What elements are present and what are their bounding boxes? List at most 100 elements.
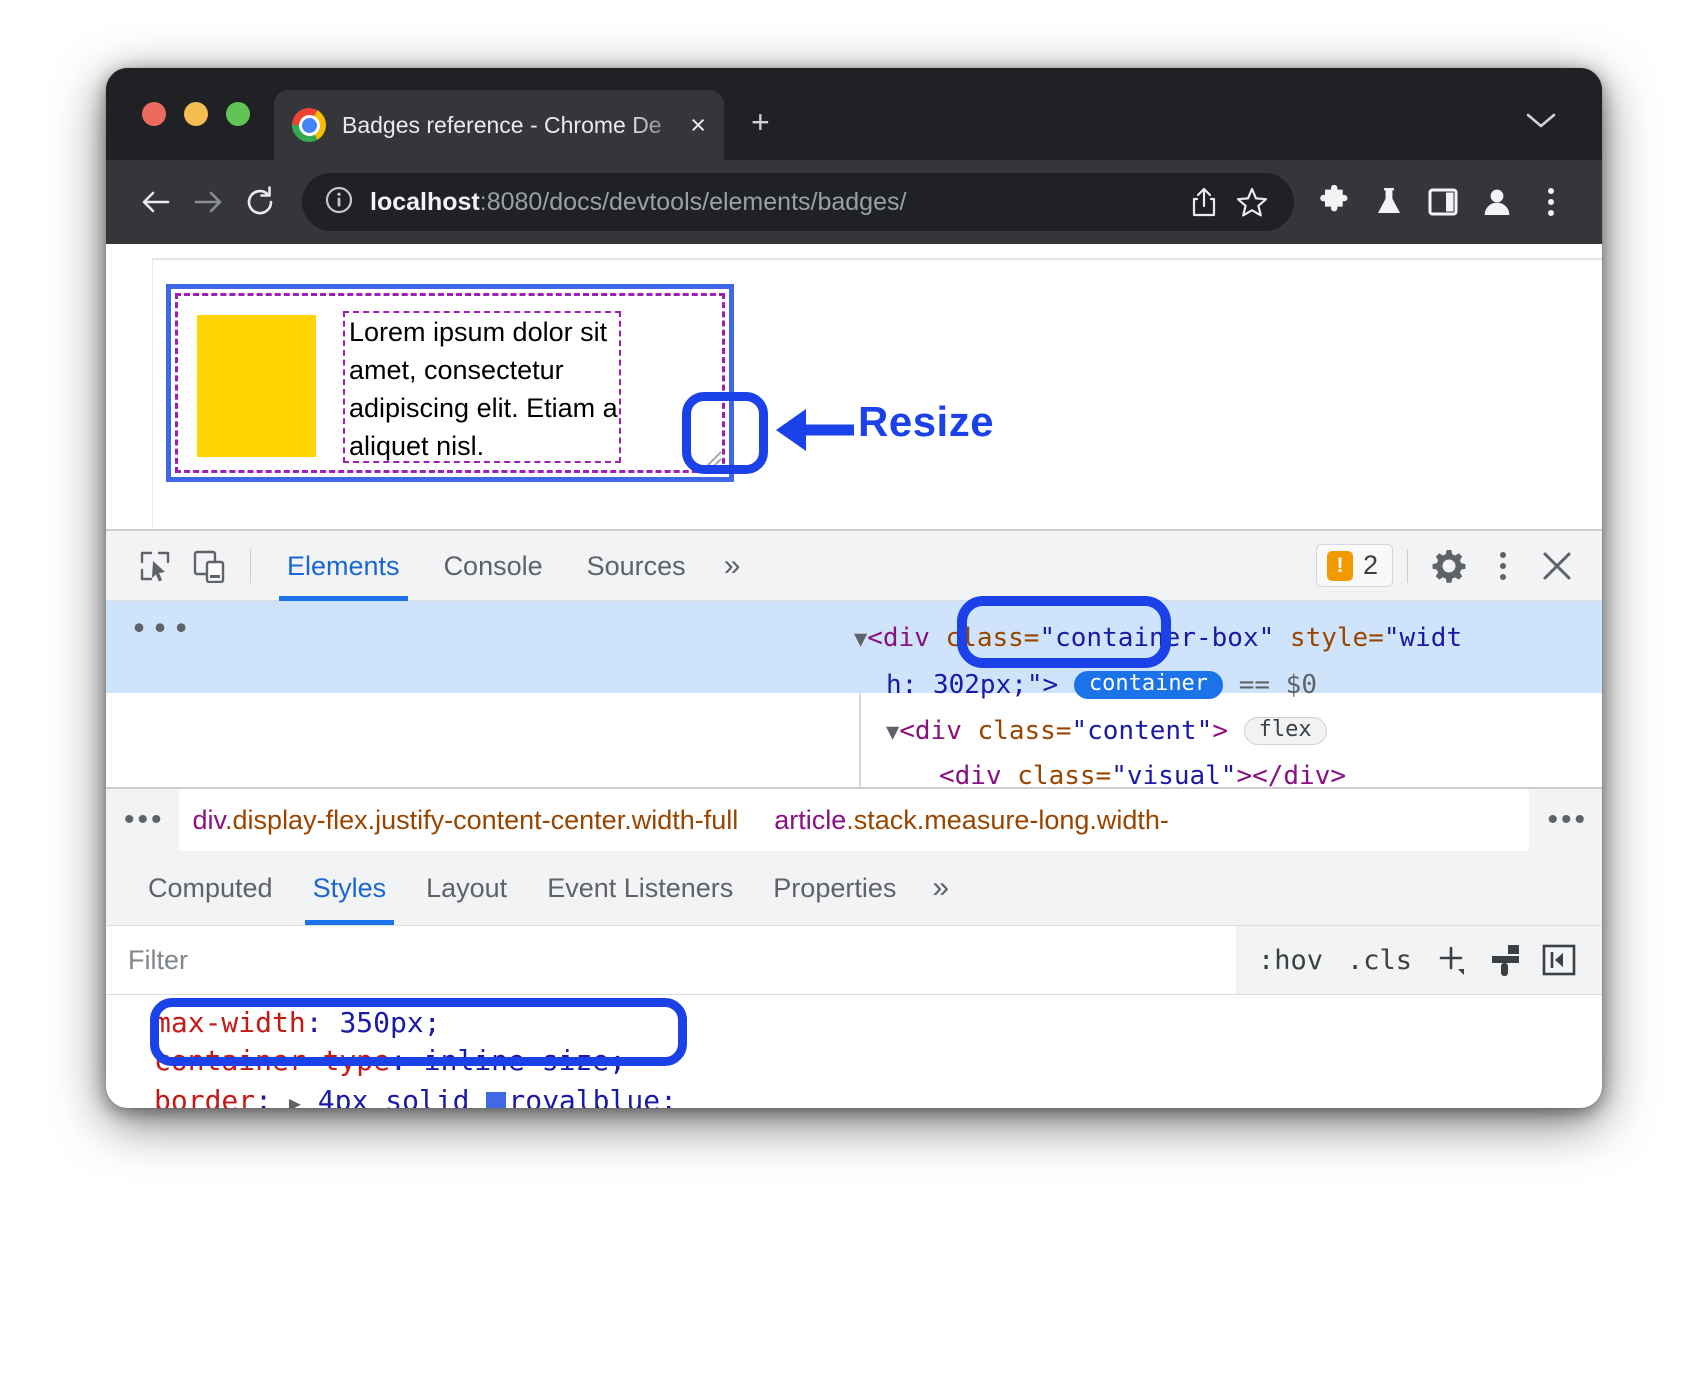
css-colon: : (255, 1084, 289, 1108)
expand-shorthand-icon[interactable]: ▶ (289, 1091, 301, 1108)
tab-properties[interactable]: Properties (753, 851, 916, 925)
dom-tree[interactable]: ••• ▼<div class="container-box" style="w… (106, 601, 1602, 787)
url-path: :8080/docs/devtools/elements/badges/ (480, 188, 907, 216)
side-panel-icon[interactable] (1416, 175, 1470, 229)
warning-icon: ! (1327, 551, 1353, 581)
close-icon[interactable] (1530, 539, 1584, 593)
dom-tag-close: </div> (1252, 761, 1346, 787)
page-left-edge (152, 258, 153, 529)
tab-computed[interactable]: Computed (128, 851, 293, 925)
print-styles-icon[interactable] (1480, 935, 1530, 985)
tab-layout[interactable]: Layout (406, 851, 527, 925)
three-dot-menu-icon[interactable] (1476, 539, 1530, 593)
expand-triangle-icon[interactable]: ▼ (886, 720, 899, 745)
console-ref-label: == $0 (1239, 670, 1317, 700)
browser-toolbar: localhost:8080/docs/devtools/elements/ba… (106, 160, 1602, 244)
resize-annotation-ring (682, 392, 768, 474)
close-window-button[interactable] (142, 102, 166, 126)
css-property-value-pre: 4px solid (301, 1084, 486, 1108)
dom-tag-open: <div (899, 716, 962, 746)
chevron-down-icon[interactable] (1526, 112, 1556, 135)
new-tab-button[interactable]: + (751, 106, 770, 138)
maximize-window-button[interactable] (226, 102, 250, 126)
browser-window: Badges reference - Chrome De × + (106, 68, 1602, 1108)
breadcrumb-tag: article (774, 805, 846, 835)
dom-scroll-ellipsis: ••• (130, 615, 193, 645)
back-arrow-icon[interactable] (130, 176, 182, 228)
expand-triangle-icon[interactable]: ▼ (854, 627, 867, 652)
breadcrumb-item-div[interactable]: div.display-flex.justify-content-center.… (193, 805, 739, 836)
dom-node-visual[interactable]: <div class="visual"></div> (939, 763, 1346, 787)
new-style-rule-button[interactable] (1426, 935, 1476, 985)
tab-event-listeners[interactable]: Event Listeners (527, 851, 753, 925)
dom-node-content[interactable]: ▼<div class="content"> flex (886, 717, 1327, 745)
browser-tab[interactable]: Badges reference - Chrome De × (274, 90, 724, 160)
breadcrumb-overflow-right[interactable]: ••• (1529, 805, 1602, 835)
container-badge[interactable]: container (1074, 671, 1223, 699)
container-box-element: Lorem ipsum dolor sit amet, consectetur … (166, 284, 734, 482)
tab-close-icon[interactable]: × (690, 112, 706, 139)
profile-avatar-icon[interactable] (1470, 175, 1524, 229)
share-icon[interactable] (1180, 178, 1228, 226)
gear-icon[interactable] (1422, 539, 1476, 593)
content-paragraph: Lorem ipsum dolor sit amet, consectetur … (343, 311, 621, 463)
screenshot-root: Badges reference - Chrome De × + (0, 0, 1708, 1380)
toggle-sidebar-icon[interactable] (1534, 935, 1584, 985)
styles-sidebar-tabs: Computed Styles Layout Event Listeners P… (106, 851, 1602, 926)
dom-indent-guide (859, 693, 861, 787)
filter-input[interactable]: Filter (106, 926, 1236, 994)
more-tabs-icon[interactable]: » (708, 549, 757, 583)
dom-bracket: > (1212, 716, 1228, 746)
dom-attr-style: style= (1290, 623, 1384, 653)
chrome-logo-icon (292, 108, 326, 142)
reload-icon[interactable] (234, 176, 286, 228)
breadcrumb-items: div.display-flex.justify-content-center.… (179, 789, 1530, 851)
dom-attr-class: class= (978, 716, 1072, 746)
resize-annotation-arrow (776, 406, 854, 454)
css-property-name: border (154, 1084, 255, 1108)
dom-node-container-box-cont[interactable]: h: 302px;"> container == $0 (886, 671, 1317, 699)
toolbar-divider (250, 549, 251, 583)
site-info-icon[interactable] (324, 185, 354, 220)
breadcrumb-item-article[interactable]: article.stack.measure-long.width- (774, 805, 1169, 836)
visual-block (197, 315, 316, 457)
container-type-annotation-ring (150, 998, 687, 1066)
three-dot-menu-icon[interactable] (1524, 175, 1578, 229)
extensions-puzzle-icon[interactable] (1308, 175, 1362, 229)
bookmark-star-icon[interactable] (1228, 178, 1276, 226)
flex-badge[interactable]: flex (1244, 717, 1327, 745)
page-top-divider (152, 258, 1602, 260)
window-controls (142, 102, 250, 126)
devtools-toolbar: Elements Console Sources » ! 2 (106, 531, 1602, 601)
dom-style-value-1: "widt (1384, 623, 1462, 653)
url-host: localhost (370, 188, 480, 216)
address-bar-url: localhost:8080/docs/devtools/elements/ba… (370, 188, 1180, 217)
labs-flask-icon[interactable] (1362, 175, 1416, 229)
tab-title: Badges reference - Chrome De (342, 112, 682, 139)
breadcrumb-overflow-left[interactable]: ••• (106, 805, 179, 835)
color-swatch[interactable] (486, 1092, 506, 1108)
tab-elements[interactable]: Elements (265, 531, 422, 601)
warning-counter[interactable]: ! 2 (1316, 544, 1393, 587)
toolbar-divider-2 (1407, 549, 1408, 583)
dom-bracket: > (1236, 761, 1252, 787)
tab-console[interactable]: Console (422, 531, 565, 601)
container-badge-annotation-ring (957, 596, 1171, 668)
css-declaration-border[interactable]: border: ▶ 4px solid royalblue; (154, 1087, 677, 1108)
cls-button[interactable]: .cls (1337, 945, 1422, 976)
styles-filter-row: Filter :hov .cls (106, 926, 1602, 995)
inspect-cursor-icon[interactable] (128, 539, 182, 593)
more-sidebar-tabs-icon[interactable]: » (916, 871, 965, 905)
styles-tools: :hov .cls (1236, 935, 1602, 985)
dom-class-value: "content" (1071, 716, 1212, 746)
device-toolbar-icon[interactable] (182, 539, 236, 593)
forward-arrow-icon[interactable] (182, 176, 234, 228)
tab-strip: Badges reference - Chrome De × + (106, 68, 1602, 160)
minimize-window-button[interactable] (184, 102, 208, 126)
tab-styles[interactable]: Styles (293, 851, 407, 925)
address-bar[interactable]: localhost:8080/docs/devtools/elements/ba… (302, 173, 1294, 231)
dom-tag-open: <div (939, 761, 1002, 787)
hov-button[interactable]: :hov (1248, 945, 1333, 976)
tab-sources[interactable]: Sources (565, 531, 708, 601)
dom-class-value: "visual" (1111, 761, 1236, 787)
